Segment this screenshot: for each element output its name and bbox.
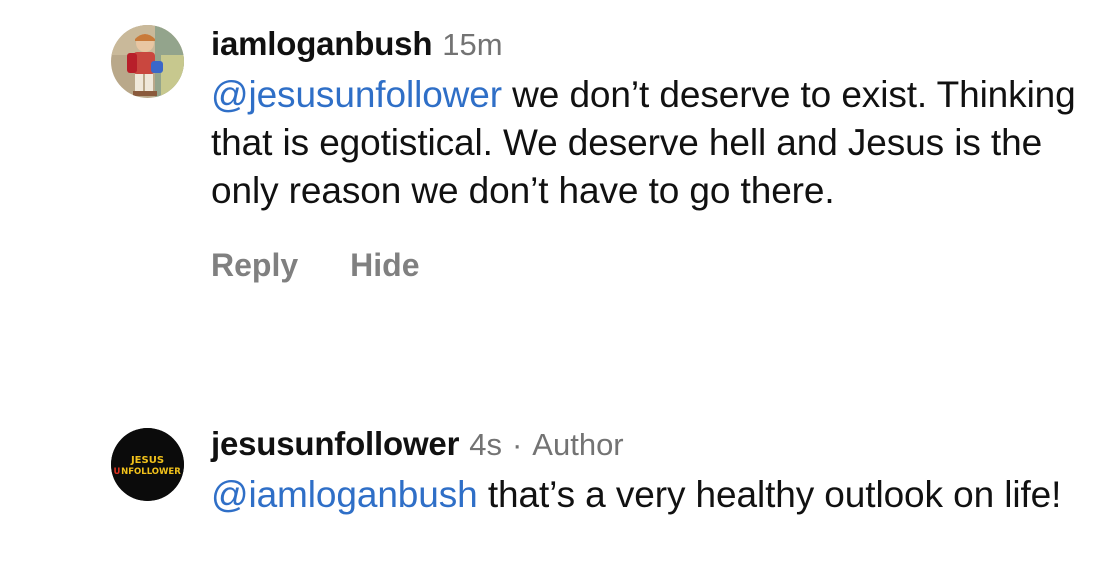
comment-timestamp: 15m — [442, 27, 503, 62]
reply-button[interactable]: Reply — [211, 247, 298, 284]
avatar[interactable]: JESUS UNFOLLOWER U — [111, 428, 184, 501]
logo-text-line2: UNFOLLOWER — [114, 467, 181, 477]
comment-item: iamloganbush 15m @jesusunfollower we don… — [0, 0, 1109, 360]
username-link[interactable]: jesusunfollower — [211, 425, 459, 463]
comment-actions: Reply Hide — [211, 247, 1089, 284]
hide-button[interactable]: Hide — [350, 247, 419, 284]
separator-dot: · — [511, 427, 523, 462]
comment-header: jesusunfollower 4s · Author — [211, 425, 1089, 465]
comment-text: @jesusunfollower we don’t deserve to exi… — [211, 71, 1089, 215]
mention-link[interactable]: @iamloganbush — [211, 474, 478, 515]
comment-body: that’s a very healthy outlook on life! — [477, 474, 1062, 515]
comment-timestamp: 4s — [469, 427, 502, 462]
user-photo-icon — [111, 25, 184, 98]
svg-text:U: U — [114, 467, 121, 477]
comment-text: @iamloganbush that’s a very healthy outl… — [211, 471, 1089, 519]
logo-text-line1: JESUS — [130, 455, 164, 466]
comment-header: iamloganbush 15m — [211, 25, 1089, 65]
avatar[interactable] — [111, 25, 184, 98]
username-link[interactable]: iamloganbush — [211, 25, 432, 63]
comment-item: JESUS UNFOLLOWER U jesusunfollower 4s · … — [0, 360, 1109, 577]
mention-link[interactable]: @jesusunfollower — [211, 74, 502, 115]
jesus-unfollower-logo: JESUS UNFOLLOWER U — [111, 428, 184, 501]
author-badge: Author — [532, 427, 624, 462]
